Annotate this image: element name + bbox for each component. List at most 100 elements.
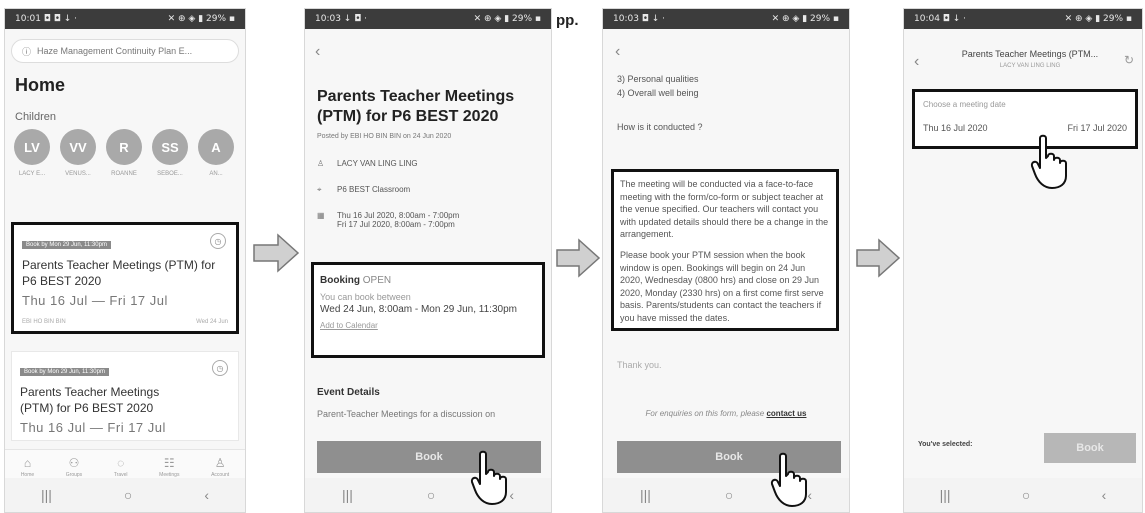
back-button[interactable]: ‹ <box>204 487 209 503</box>
status-right: ✕ ⊕ ◈ ▮ 29% ▪ <box>167 14 235 24</box>
thanks-text: Thank you. <box>617 360 662 370</box>
child-item[interactable]: A AN... <box>197 129 235 177</box>
posted-by: Posted by EBI HO BIN BIN on 24 Jun 2020 <box>317 133 452 140</box>
tab-home[interactable]: ⌂ Home <box>21 456 34 478</box>
announcement-bar[interactable]: ⓘ Haze Management Continuity Plan E... <box>11 39 239 63</box>
dates-row: ▦ Thu 16 Jul 2020, 8:00am - 7:00pm Fri 1… <box>317 211 459 229</box>
home-button[interactable]: ○ <box>725 487 733 503</box>
back-arrow-icon[interactable]: ‹ <box>914 53 919 71</box>
avatar: A <box>198 129 234 165</box>
status-left: 10:01 ◘ ◘ ↓ · <box>15 14 78 24</box>
meetings-icon: ☷ <box>163 455 175 470</box>
child-item[interactable]: VV VENUS... <box>59 129 97 177</box>
home-button[interactable]: ○ <box>1022 487 1030 503</box>
child-item[interactable]: R ROANNE <box>105 129 143 177</box>
status-left: 10:03 ↓ ◘ · <box>315 14 368 24</box>
child-name: LACY E... <box>18 171 46 177</box>
recents-button[interactable]: ||| <box>940 487 951 503</box>
tab-meetings[interactable]: ☷ Meetings <box>159 456 179 478</box>
event-description: Parent-Teacher Meetings for a discussion… <box>317 409 496 419</box>
refresh-icon[interactable]: ↻ <box>1124 53 1134 67</box>
conduct-info-box: The meeting will be conducted via a face… <box>611 169 839 331</box>
event-title: Parents Teacher Meetings (PTM) for P6 BE… <box>20 384 230 416</box>
event-title: Parents Teacher Meetings (PTM) for P6 BE… <box>317 88 515 125</box>
child-item[interactable]: LV LACY E... <box>13 129 51 177</box>
calendar-icon: ▦ <box>317 211 325 220</box>
student-name: LACY VAN LING LING <box>337 159 418 168</box>
pointing-hand-icon <box>470 450 507 505</box>
event-date: Thu 16 Jul — Fri 17 Jul <box>20 420 166 436</box>
announcement-text: Haze Management Continuity Plan E... <box>37 46 193 56</box>
back-arrow-icon[interactable]: ‹ <box>615 43 620 61</box>
meeting-icon: ◷ <box>212 360 228 376</box>
screen-header: ‹ Parents Teacher Meetings (PTM... LACY … <box>904 39 1142 83</box>
account-icon: ♙ <box>214 455 226 470</box>
event-card-highlighted[interactable]: Book by Mon 29 Jun, 11:30pm ◷ Parents Te… <box>11 222 239 334</box>
pointing-hand-icon <box>770 452 807 507</box>
tab-groups[interactable]: ⚇ Groups <box>66 456 82 478</box>
add-to-calendar-link[interactable]: Add to Calendar <box>320 321 536 330</box>
booking-paragraph: Please book your PTM session when the bo… <box>620 249 824 323</box>
booking-range: Wed 24 Jun, 8:00am - Mon 29 Jun, 11:30pm <box>320 304 517 315</box>
card-posted-date: Wed 24 Jun <box>196 319 228 325</box>
avatar: SS <box>152 129 188 165</box>
booking-heading: Booking OPEN <box>320 275 536 286</box>
event-card[interactable]: Book by Mon 29 Jun, 11:30pm ◷ Parents Te… <box>11 351 239 441</box>
home-button[interactable]: ○ <box>427 487 435 503</box>
date-line: Thu 16 Jul 2020, 8:00am - 7:00pm <box>337 211 460 220</box>
child-item[interactable]: SS SEBOE... <box>151 129 189 177</box>
event-details-heading: Event Details <box>317 387 380 398</box>
android-nav-bar: ||| ○ ‹ <box>5 478 245 512</box>
date-option-thu[interactable]: Thu 16 Jul 2020 <box>923 123 988 133</box>
tab-travel[interactable]: ◌ Travel <box>114 456 128 478</box>
book-button[interactable]: Book <box>1044 433 1136 463</box>
child-name: SEBOE... <box>157 171 183 177</box>
status-right: ✕ ⊕ ◈ ▮ 29% ▪ <box>473 14 541 24</box>
card-author: EBI HO BIN BIN <box>22 319 66 325</box>
tab-account[interactable]: ♙ Account <box>211 456 229 478</box>
home-icon: ⌂ <box>23 455 32 470</box>
travel-icon: ◌ <box>117 455 125 470</box>
event-title: Parents Teacher Meetings (PTM) for P6 BE… <box>22 258 216 289</box>
status-bar: 10:03 ◘ ↓ · ✕ ⊕ ◈ ▮ 29% ▪ <box>603 9 849 29</box>
page-title: Home <box>15 75 66 95</box>
children-list: LV LACY E... VV VENUS... R ROANNE SS SEB… <box>13 129 235 177</box>
caption-fragment: pp. <box>556 12 579 29</box>
location-icon: ⌖ <box>317 185 322 194</box>
recents-button[interactable]: ||| <box>41 487 52 503</box>
enquiry-prefix: For enquiries on this form, please <box>645 409 765 418</box>
person-icon: ♙ <box>317 159 325 168</box>
conduct-paragraph: The meeting will be conducted via a face… <box>620 179 829 240</box>
android-nav-bar: ||| ○ ‹ <box>904 478 1142 512</box>
booking-deadline-tag: Book by Mon 29 Jun, 11:30pm <box>20 368 109 376</box>
booking-subtitle: You can book between <box>320 292 411 302</box>
child-name: VENUS... <box>65 171 91 177</box>
booking-status: OPEN <box>362 275 392 286</box>
info-icon: ⓘ <box>22 46 32 57</box>
booking-window-box: Booking OPEN You can book between Wed 24… <box>311 262 545 358</box>
status-bar: 10:03 ↓ ◘ · ✕ ⊕ ◈ ▮ 29% ▪ <box>305 9 551 29</box>
enquiry-line: For enquiries on this form, please conta… <box>603 409 849 418</box>
contact-us-link[interactable]: contact us <box>766 409 806 418</box>
meeting-icon: ◷ <box>210 233 226 249</box>
venue-row: ⌖ P6 BEST Classroom <box>317 185 410 195</box>
list-item: 3) Personal qualities <box>617 74 699 84</box>
right-arrow-icon <box>556 238 601 278</box>
date-label: Choose a meeting date <box>923 100 1006 109</box>
event-title-line1: Parents Teacher Meetings <box>20 385 160 399</box>
home-button[interactable]: ○ <box>124 487 132 503</box>
status-bar: 10:01 ◘ ◘ ↓ · ✕ ⊕ ◈ ▮ 29% ▪ <box>5 9 245 29</box>
back-arrow-icon[interactable]: ‹ <box>315 43 320 61</box>
recents-button[interactable]: ||| <box>640 487 651 503</box>
date-options: Thu 16 Jul 2020 Fri 17 Jul 2020 <box>923 123 1127 133</box>
right-arrow-icon <box>856 238 901 278</box>
recents-button[interactable]: ||| <box>342 487 353 503</box>
status-left: 10:03 ◘ ↓ · <box>613 14 666 24</box>
status-right: ✕ ⊕ ◈ ▮ 29% ▪ <box>771 14 839 24</box>
status-left: 10:04 ◘ ↓ · <box>914 14 967 24</box>
child-name: AN... <box>209 171 223 177</box>
card-footer: EBI HO BIN BIN Wed 24 Jun <box>22 319 228 325</box>
date-option-fri[interactable]: Fri 17 Jul 2020 <box>1067 123 1127 133</box>
back-button[interactable]: ‹ <box>1102 487 1107 503</box>
booking-deadline-tag: Book by Mon 29 Jun, 11:30pm <box>22 241 111 249</box>
